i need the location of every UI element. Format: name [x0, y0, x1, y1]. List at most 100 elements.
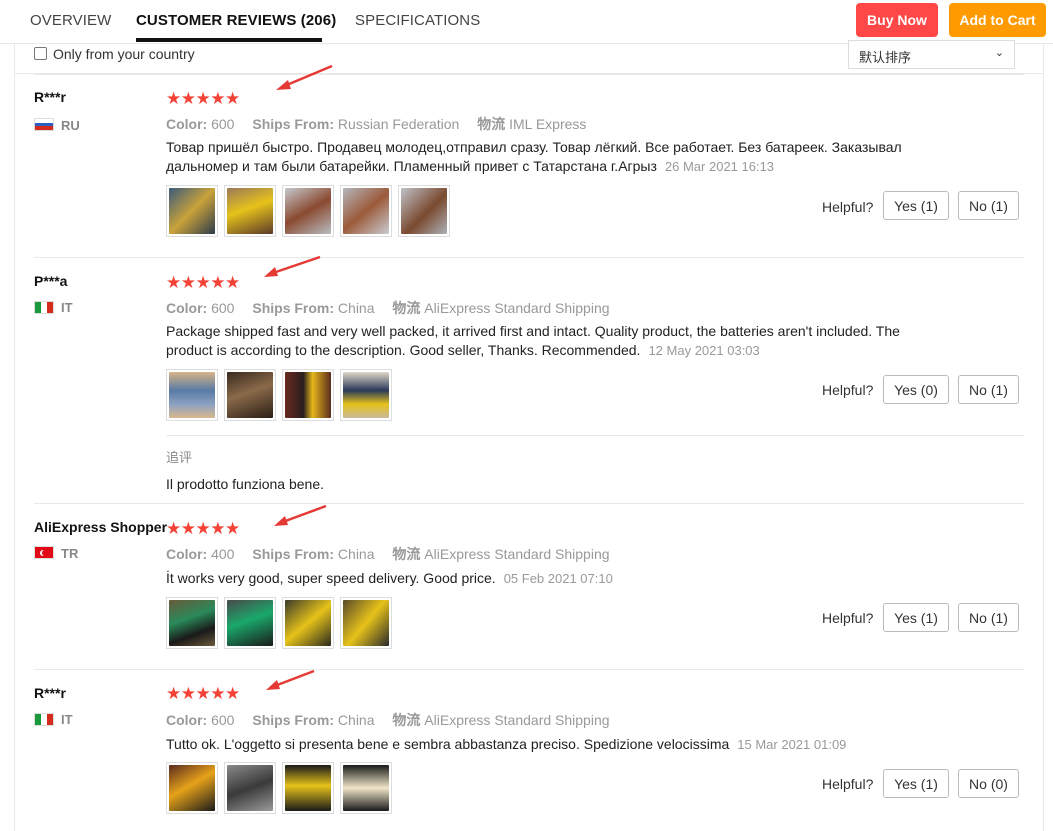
rating-stars: ★★★★★: [166, 519, 240, 538]
helpful-label: Helpful?: [822, 199, 874, 215]
logistics-value: AliExpress Standard Shipping: [424, 712, 610, 728]
review-photo[interactable]: [224, 185, 276, 237]
review-body: Package shipped fast and very well packe…: [166, 323, 900, 358]
review-body: Tutto ok. L'oggetto si presenta bene e s…: [166, 736, 730, 752]
review-photo[interactable]: [340, 369, 392, 421]
review-photos: [166, 597, 392, 649]
review-divider: [34, 503, 1024, 504]
rating-stars: ★★★★★: [166, 684, 240, 703]
additional-review-label: 追评: [166, 450, 193, 465]
buy-now-button[interactable]: Buy Now: [856, 3, 938, 37]
review-divider: [34, 74, 1024, 75]
flag-it-icon: [34, 713, 54, 726]
reviewer-name: R***r: [34, 685, 66, 701]
color-label: Color:: [166, 712, 208, 728]
review-date: 12 May 2021 03:03: [648, 343, 760, 358]
ships-from-label: Ships From:: [252, 546, 335, 562]
tab-specifications[interactable]: SPECIFICATIONS: [355, 12, 480, 29]
helpful-label: Helpful?: [822, 610, 874, 626]
review-body: İt works very good, super speed delivery…: [166, 570, 496, 586]
review-photos: [166, 762, 392, 814]
helpful-no-button[interactable]: No (0): [958, 769, 1019, 798]
review-photo[interactable]: [340, 185, 392, 237]
red-arrow-icon: [276, 64, 333, 90]
helpful-label: Helpful?: [822, 382, 874, 398]
active-tab-indicator: [136, 38, 322, 42]
helpful-yes-button[interactable]: Yes (1): [883, 191, 949, 220]
helpful-no-button[interactable]: No (1): [958, 603, 1019, 632]
review-photo[interactable]: [166, 369, 218, 421]
color-label: Color:: [166, 546, 208, 562]
review-meta: Color: 600 Ships From: China 物流 AliExpre…: [166, 710, 610, 730]
helpful-no-button[interactable]: No (1): [958, 191, 1019, 220]
flag-tr-icon: [34, 546, 54, 559]
review-text: İt works very good, super speed delivery…: [166, 569, 946, 588]
reviewer-name: R***r: [34, 89, 66, 105]
review-body: Товар пришёл быстро. Продавец молодец,от…: [166, 139, 902, 174]
ships-from-value: China: [337, 546, 375, 562]
red-arrow-icon: [266, 669, 315, 690]
ships-from-label: Ships From:: [252, 300, 335, 316]
helpful-yes-button[interactable]: Yes (0): [883, 375, 949, 404]
logistics-label: 物流: [477, 116, 506, 132]
review-photos: [166, 185, 450, 237]
ships-from-label: Ships From:: [252, 712, 335, 728]
red-arrow-icon: [274, 504, 327, 526]
helpful-label: Helpful?: [822, 776, 874, 792]
chevron-down-icon: ⌄: [994, 47, 1004, 59]
red-arrow-icon: [264, 255, 321, 277]
review-meta: Color: 400 Ships From: China 物流 AliExpre…: [166, 544, 610, 564]
logistics-value: AliExpress Standard Shipping: [424, 300, 610, 316]
logistics-label: 物流: [392, 712, 421, 728]
review-photo[interactable]: [282, 597, 334, 649]
review-photo[interactable]: [340, 597, 392, 649]
helpful-yes-button[interactable]: Yes (1): [883, 603, 949, 632]
logistics-value: IML Express: [509, 116, 587, 132]
color-value: 600: [211, 712, 235, 728]
review-photo[interactable]: [166, 762, 218, 814]
country-only-label[interactable]: Only from your country: [53, 46, 195, 62]
review-text: Товар пришёл быстро. Продавец молодец,от…: [166, 138, 946, 176]
review-photo[interactable]: [282, 369, 334, 421]
sort-select[interactable]: 默认排序 ⌄: [848, 40, 1015, 69]
ships-from-value: China: [337, 300, 375, 316]
review-photos: [166, 369, 392, 421]
review-photo[interactable]: [398, 185, 450, 237]
review-date: 05 Feb 2021 07:10: [503, 571, 613, 586]
review-photo[interactable]: [340, 762, 392, 814]
review-photo[interactable]: [282, 762, 334, 814]
review-photo[interactable]: [282, 185, 334, 237]
additional-review-text: Il prodotto funziona bene.: [166, 476, 325, 492]
logistics-value: AliExpress Standard Shipping: [424, 546, 610, 562]
review-photo[interactable]: [166, 597, 218, 649]
tab-customer-reviews[interactable]: CUSTOMER REVIEWS (206): [136, 12, 336, 29]
review-divider: [34, 257, 1024, 258]
review-text: Tutto ok. L'oggetto si presenta bene e s…: [166, 735, 966, 754]
reviewer-country: TR: [61, 546, 79, 561]
additional-review-divider: [166, 435, 1024, 436]
color-value: 600: [211, 116, 235, 132]
flag-it-icon: [34, 301, 54, 314]
ships-from-value: China: [337, 712, 375, 728]
review-text: Package shipped fast and very well packe…: [166, 322, 936, 360]
country-only-checkbox[interactable]: [34, 47, 47, 60]
review-date: 15 Mar 2021 01:09: [737, 737, 847, 752]
helpful-no-button[interactable]: No (1): [958, 375, 1019, 404]
review-date: 26 Mar 2021 16:13: [664, 159, 775, 174]
review-photo[interactable]: [166, 185, 218, 237]
reviewer-name: AliExpress Shopper: [34, 519, 168, 535]
add-to-cart-button[interactable]: Add to Cart: [949, 3, 1046, 37]
review-photo[interactable]: [224, 762, 276, 814]
rating-stars: ★★★★★: [166, 89, 240, 108]
review-photo[interactable]: [224, 597, 276, 649]
review-meta: Color: 600 Ships From: Russian Federatio…: [166, 114, 586, 134]
tab-overview[interactable]: OVERVIEW: [30, 12, 111, 29]
reviewer-country: IT: [61, 712, 73, 727]
review-photo[interactable]: [224, 369, 276, 421]
helpful-yes-button[interactable]: Yes (1): [883, 769, 949, 798]
color-label: Color:: [166, 116, 208, 132]
review-meta: Color: 600 Ships From: China 物流 AliExpre…: [166, 298, 610, 318]
rating-stars: ★★★★★: [166, 273, 240, 292]
logistics-label: 物流: [392, 546, 421, 562]
reviewer-name: P***a: [34, 273, 68, 289]
